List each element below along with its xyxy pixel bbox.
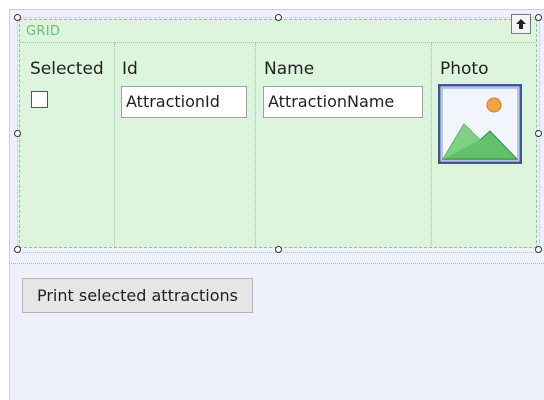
resize-handle[interactable] [535,130,542,137]
resize-handle[interactable] [535,14,542,21]
column-separator [114,43,115,247]
column-separator [255,43,256,247]
print-selected-button[interactable]: Print selected attractions [22,278,253,313]
column-title-photo: Photo [440,59,489,79]
image-placeholder-icon[interactable] [437,83,523,165]
column-title-selected: Selected [30,59,104,79]
grid-control[interactable]: GRID Selected Id AttractionId Name Attra… [19,19,537,248]
attraction-name-field[interactable]: AttractionName [263,86,423,118]
column-title-id: Id [122,59,138,79]
arrow-up-icon[interactable] [511,14,531,34]
grid-header-divider [20,42,536,43]
column-title-name: Name [264,59,315,79]
selected-checkbox[interactable] [31,91,48,108]
resize-handle[interactable] [14,130,21,137]
resize-handle[interactable] [14,246,21,253]
column-separator [431,43,432,247]
resize-handle[interactable] [275,246,282,253]
resize-handle[interactable] [535,246,542,253]
resize-handle[interactable] [14,14,21,21]
attraction-id-field[interactable]: AttractionId [121,86,247,118]
grid-label: GRID [26,24,61,39]
resize-handle[interactable] [275,14,282,21]
section-divider [9,263,544,264]
